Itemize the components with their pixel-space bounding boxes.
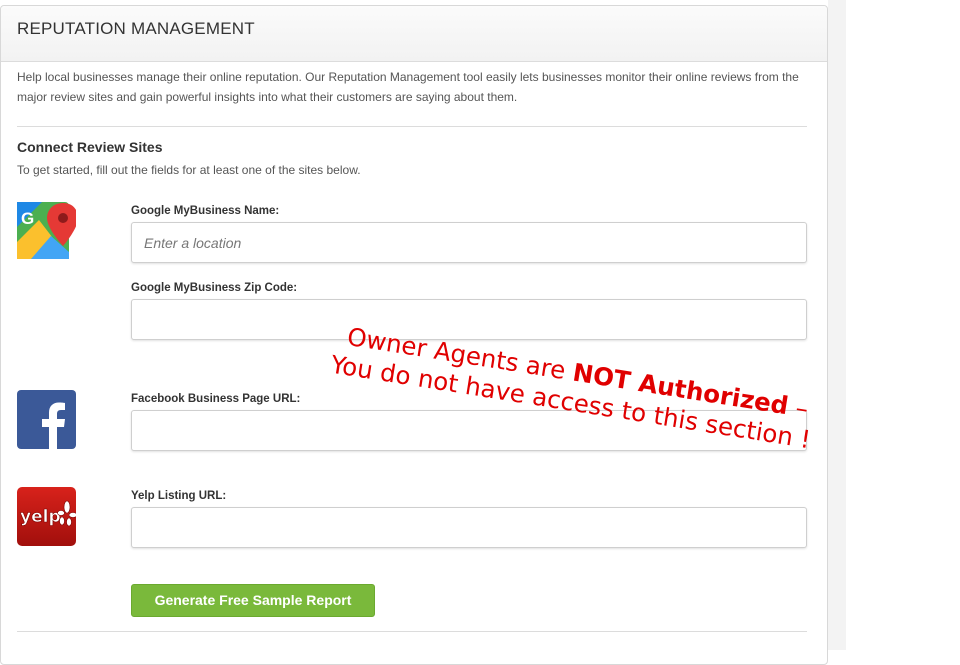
google-maps-icon: G: [17, 202, 78, 261]
google-name-label: Google MyBusiness Name:: [131, 205, 280, 217]
divider-top: [17, 126, 807, 127]
generate-report-button[interactable]: Generate Free Sample Report: [131, 584, 375, 617]
facebook-url-label: Facebook Business Page URL:: [131, 393, 301, 405]
page-side-gutter: [828, 0, 846, 650]
divider-bottom: [17, 631, 807, 632]
connect-review-sites-title: Connect Review Sites: [17, 139, 163, 155]
google-zip-input[interactable]: [131, 299, 807, 340]
google-zip-label: Google MyBusiness Zip Code:: [131, 282, 298, 294]
svg-text:yelp: yelp: [20, 507, 61, 527]
facebook-icon: [17, 390, 76, 449]
google-name-input[interactable]: [131, 222, 807, 263]
panel-title: REPUTATION MANAGEMENT: [17, 19, 255, 38]
yelp-icon: yelp: [17, 487, 78, 546]
svg-text:G: G: [21, 209, 34, 228]
yelp-url-label: Yelp Listing URL:: [131, 490, 227, 502]
intro-text: Help local businesses manage their onlin…: [17, 70, 799, 104]
yelp-url-input[interactable]: [131, 507, 807, 548]
connect-review-sites-subtitle: To get started, fill out the fields for …: [17, 163, 361, 177]
